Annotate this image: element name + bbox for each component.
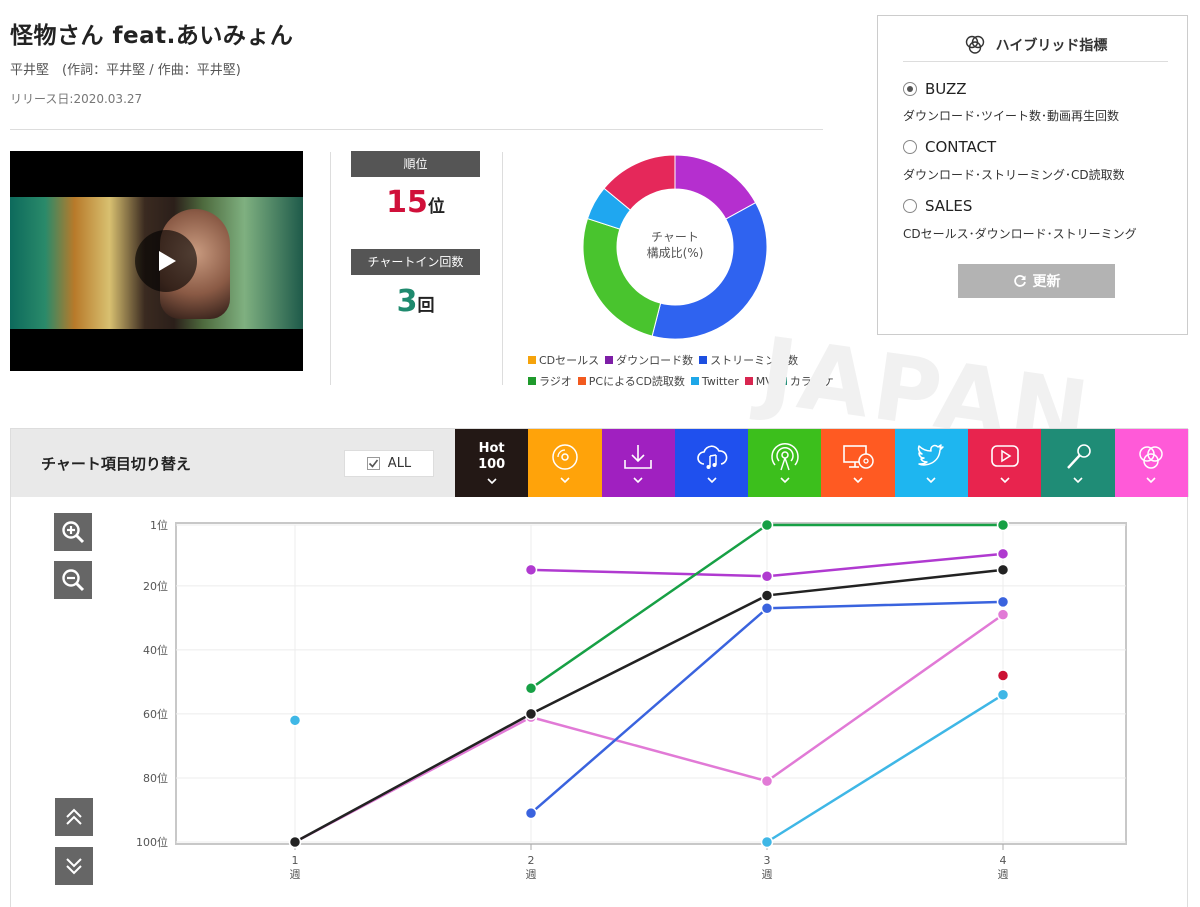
- legend-swatch: [744, 377, 753, 385]
- y-tick-label: 100位: [136, 835, 168, 849]
- legend-swatch: [528, 356, 536, 364]
- x-tick-label-unit: 週: [526, 868, 537, 881]
- y-tick-label: 40位: [143, 643, 168, 657]
- divider: [330, 152, 331, 385]
- radio-button[interactable]: [903, 82, 917, 96]
- rank-value: 15位: [351, 185, 480, 220]
- refresh-icon: [1013, 275, 1026, 287]
- play-button[interactable]: [135, 230, 197, 292]
- radio-description: CDセールス･ダウンロード･ストリーミング: [903, 227, 1137, 241]
- donut-slice-1: [651, 201, 768, 340]
- hybrid-icon: [965, 35, 984, 54]
- legend-label: CDセールス: [539, 354, 600, 367]
- song-title: 怪物さん feat.あいみょん: [10, 23, 294, 49]
- radio-label: SALES: [925, 197, 973, 215]
- legend-item: ラジオ: [528, 373, 572, 389]
- series-point-2[interactable]: [760, 602, 774, 615]
- series-point-0[interactable]: [996, 688, 1010, 701]
- series-point-1[interactable]: [996, 608, 1010, 621]
- legend-swatch: [577, 377, 586, 385]
- play-icon: [159, 251, 176, 271]
- hybrid-index-title: ハイブリッド指標: [995, 37, 1108, 54]
- radio-label: BUZZ: [925, 80, 967, 98]
- y-tick-label: 20位: [143, 579, 168, 593]
- x-tick-label: 1: [292, 854, 299, 867]
- legend-label: ダウンロード数: [616, 354, 694, 367]
- radio-buzz[interactable]: BUZZ: [903, 80, 967, 98]
- series-point-4[interactable]: [996, 518, 1010, 532]
- y-tick-label: 80位: [143, 771, 168, 785]
- series-point-3[interactable]: [524, 563, 538, 577]
- series-point-0[interactable]: [760, 835, 774, 849]
- legend-label: PCによるCD読取数: [588, 375, 685, 388]
- legend-swatch: [699, 356, 708, 364]
- x-tick-label-unit: 週: [998, 868, 1009, 881]
- donut-center-line1: チャート: [651, 230, 699, 244]
- y-tick-label: 60位: [143, 707, 168, 721]
- x-tick-label: 3: [764, 854, 771, 867]
- radio-contact[interactable]: CONTACT: [903, 138, 996, 156]
- legend-label: ラジオ: [539, 375, 572, 388]
- update-button[interactable]: 更新: [958, 264, 1115, 298]
- rank-unit: 位: [427, 197, 445, 217]
- x-tick-label-unit: 週: [290, 868, 301, 881]
- divider: [502, 152, 503, 385]
- x-tick-label: 4: [1000, 854, 1007, 867]
- series-point-2[interactable]: [996, 595, 1010, 609]
- divider: [10, 129, 823, 130]
- radio-label: CONTACT: [925, 138, 997, 156]
- legend-swatch: [605, 356, 614, 364]
- legend-item: CDセールス: [528, 352, 599, 368]
- chart-in-count-unit: 回: [417, 296, 435, 316]
- series-point-4[interactable]: [760, 518, 774, 532]
- radio-sales[interactable]: SALES: [903, 197, 972, 215]
- radio-description: ダウンロード･ツイート数･動画再生回数: [903, 109, 1120, 123]
- series-point-1[interactable]: [760, 774, 774, 788]
- rank-number: 15: [386, 185, 428, 220]
- hybrid-index-header: ハイブリッド指標: [903, 28, 1168, 62]
- chart-panel: チャート項目切り替え ALL Hot 100 1位 20位 40位 60位 80位 10: [10, 428, 1189, 907]
- chart-in-count-value: 3回: [351, 284, 480, 319]
- donut-center-label: チャート 構成比(%): [620, 229, 730, 261]
- x-tick-label-unit: 週: [762, 868, 773, 881]
- rank-line-chart: 1位20位40位60位80位100位1週2週3週4週: [136, 518, 1127, 881]
- legend-item: PCによるCD読取数: [577, 373, 685, 389]
- radio-description: ダウンロード･ストリーミング･CD読取数: [903, 168, 1125, 182]
- donut-center-line2: 構成比(%): [646, 246, 704, 260]
- chart-in-count-number: 3: [396, 284, 418, 319]
- series-point-5[interactable]: [996, 669, 1010, 682]
- legend-item: ダウンロード数: [605, 352, 693, 368]
- x-tick-label: 2: [528, 854, 535, 867]
- series-point-6[interactable]: [760, 589, 774, 602]
- series-point-3[interactable]: [760, 569, 774, 583]
- chart-in-count-label: チャートイン回数: [351, 249, 480, 275]
- video-player[interactable]: [10, 151, 303, 371]
- release-date: リリース日:2020.03.27: [10, 92, 143, 106]
- legend-swatch: [690, 377, 699, 385]
- series-point-6[interactable]: [996, 563, 1010, 577]
- series-point-6[interactable]: [288, 835, 302, 849]
- legend-label: Twitter: [701, 374, 739, 388]
- hybrid-index-panel: ハイブリッド指標 BUZZ ダウンロード･ツイート数･動画再生回数 CONTAC…: [877, 15, 1188, 335]
- series-point-0[interactable]: [288, 714, 302, 727]
- radio-button[interactable]: [903, 140, 917, 154]
- series-point-2[interactable]: [524, 806, 538, 820]
- update-label: 更新: [1032, 274, 1061, 290]
- radio-button[interactable]: [903, 199, 917, 213]
- song-credits: 平井堅 (作詞：平井堅 / 作曲：平井堅): [10, 63, 241, 78]
- series-point-4[interactable]: [524, 682, 538, 695]
- series-point-3[interactable]: [996, 547, 1010, 561]
- legend-item: Twitter: [690, 373, 739, 389]
- series-point-6[interactable]: [524, 707, 538, 721]
- rank-label: 順位: [351, 151, 480, 177]
- legend-swatch: [528, 377, 536, 385]
- y-tick-label: 1位: [150, 518, 168, 532]
